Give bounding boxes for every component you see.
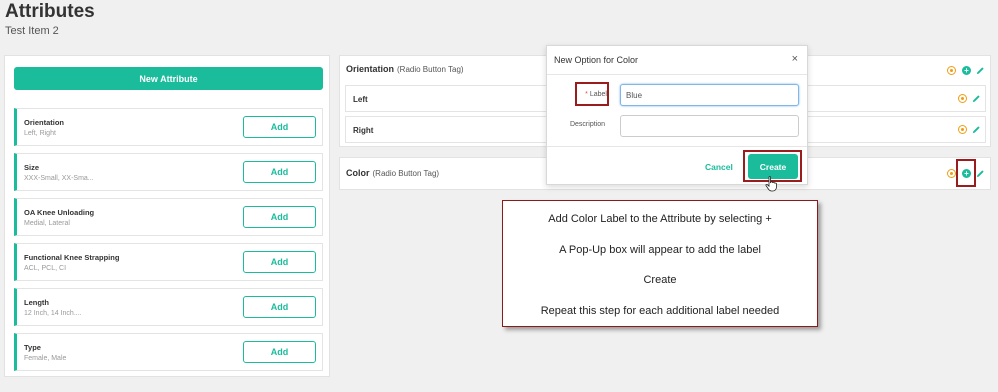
attribute-card-oa-knee-unloading[interactable]: OA Knee Unloading Medial, Lateral Add [14,198,323,236]
modal-title: New Option for Color [554,55,639,65]
remove-icon[interactable] [947,169,956,178]
attribute-values: Left, Right [24,130,56,137]
option-label: Left [353,95,368,104]
attribute-name: Size [24,163,40,172]
remove-icon[interactable] [947,66,956,75]
add-button[interactable]: Add [243,251,316,273]
attribute-values: Medial, Lateral [24,220,70,227]
edit-icon[interactable] [972,125,981,134]
add-button[interactable]: Add [243,296,316,318]
group-title: Orientation (Radio Button Tag) [346,64,464,74]
group-title-text: Color [346,168,370,178]
instruction-box: Add Color Label to the Attribute by sele… [502,200,818,327]
attribute-name: OA Knee Unloading [24,208,95,217]
attribute-card-size[interactable]: Size XXX-Small, XX-Sma... Add [14,153,323,191]
attribute-name: Functional Knee Strapping [24,253,120,262]
new-attribute-button[interactable]: New Attribute [14,67,323,90]
add-button[interactable]: Add [243,206,316,228]
instruction-line: Create [643,274,677,286]
attribute-values: Female, Male [24,355,67,362]
attribute-card-orientation[interactable]: Orientation Left, Right Add [14,108,323,146]
modal-divider [547,146,807,147]
add-icon-highlight [956,159,976,187]
group-title-text: Orientation [346,64,395,74]
label-input[interactable] [620,84,799,106]
cancel-button[interactable]: Cancel [705,162,733,172]
instruction-line: Add Color Label to the Attribute by sele… [548,213,772,225]
label-highlight [575,82,609,106]
page-subtitle: Test Item 2 [5,25,59,37]
attribute-values: XXX-Small, XX-Sma... [24,175,94,182]
group-tag: (Radio Button Tag) [372,169,440,178]
attribute-card-functional-knee-strapping[interactable]: Functional Knee Strapping ACL, PCL, CI A… [14,243,323,281]
attributes-panel: New Attribute Orientation Left, Right Ad… [4,55,330,377]
option-label: Right [353,126,374,135]
description-input[interactable] [620,115,799,137]
description-field-label: Description [569,121,605,128]
add-button[interactable]: Add [243,116,316,138]
edit-icon[interactable] [976,169,985,178]
attribute-values: 12 Inch, 14 Inch.... [24,310,82,317]
add-icon[interactable]: + [962,66,971,75]
attribute-card-length[interactable]: Length 12 Inch, 14 Inch.... Add [14,288,323,326]
page-title: Attributes [5,1,95,22]
add-button[interactable]: Add [243,161,316,183]
remove-icon[interactable] [958,94,967,103]
group-title: Color (Radio Button Tag) [346,168,439,178]
attribute-name: Length [24,298,49,307]
edit-icon[interactable] [972,94,981,103]
hand-cursor-icon [765,176,779,197]
attribute-name: Type [24,343,41,352]
attribute-values: ACL, PCL, CI [24,265,67,272]
attribute-card-type[interactable]: Type Female, Male Add [14,333,323,371]
add-button[interactable]: Add [243,341,316,363]
close-icon[interactable]: × [792,53,798,65]
edit-icon[interactable] [976,66,985,75]
instruction-line: A Pop-Up box will appear to add the labe… [559,244,761,256]
remove-icon[interactable] [958,125,967,134]
attribute-name: Orientation [24,118,65,127]
modal-divider [547,74,807,75]
group-tag: (Radio Button Tag) [397,65,464,74]
instruction-line: Repeat this step for each additional lab… [540,305,780,317]
